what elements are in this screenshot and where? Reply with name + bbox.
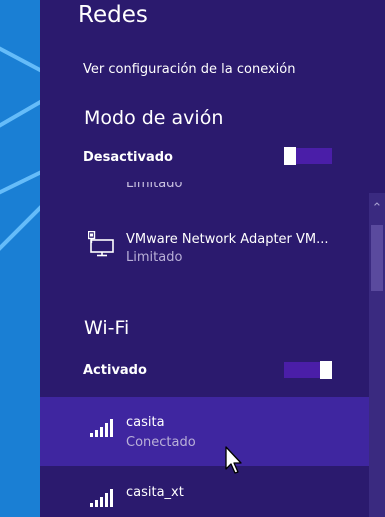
desktop-wallpaper-stroke	[0, 43, 40, 81]
ethernet-icon	[87, 230, 116, 261]
network-list-item-casita[interactable]: casita Conectado	[40, 397, 370, 466]
clipped-network-status: Limitado	[126, 182, 183, 191]
network-list-item-vmware[interactable]: VMware Network Adapter VM... Limitado	[40, 220, 370, 270]
desktop-wallpaper-stroke	[0, 92, 40, 132]
airplane-mode-toggle[interactable]	[284, 147, 332, 165]
wifi-signal-icon	[90, 487, 116, 511]
network-status: Limitado	[126, 250, 183, 265]
desktop-background	[0, 0, 40, 517]
network-name: casita_xt	[126, 485, 184, 500]
network-list-item-casita-xt[interactable]: casita_xt	[40, 470, 370, 517]
airplane-mode-state-label: Desactivado	[83, 150, 173, 165]
toggle-thumb	[284, 147, 296, 165]
wifi-state-label: Activado	[83, 363, 147, 378]
mouse-pointer-icon	[225, 446, 245, 480]
desktop-wallpaper-stroke	[0, 200, 40, 254]
desktop-wallpaper-stroke	[0, 162, 40, 198]
network-name: VMware Network Adapter VM...	[126, 232, 329, 247]
wifi-signal-icon	[90, 417, 116, 441]
view-connection-settings-link[interactable]: Ver configuración de la conexión	[83, 61, 295, 79]
scroll-up-arrow-icon[interactable]: ⌃	[369, 201, 385, 217]
wifi-toggle[interactable]	[284, 361, 332, 379]
panel-title: Redes	[78, 2, 148, 28]
network-list-scrollbar[interactable]: ⌃	[369, 193, 385, 517]
toggle-thumb	[320, 361, 332, 379]
network-name: casita	[126, 415, 165, 430]
networks-charm-panel: Redes Ver configuración de la conexión M…	[40, 0, 385, 517]
airplane-mode-heading: Modo de avión	[84, 107, 224, 129]
scrollbar-thumb[interactable]	[371, 225, 383, 291]
wifi-heading: Wi-Fi	[84, 317, 130, 339]
network-status: Conectado	[126, 435, 196, 450]
